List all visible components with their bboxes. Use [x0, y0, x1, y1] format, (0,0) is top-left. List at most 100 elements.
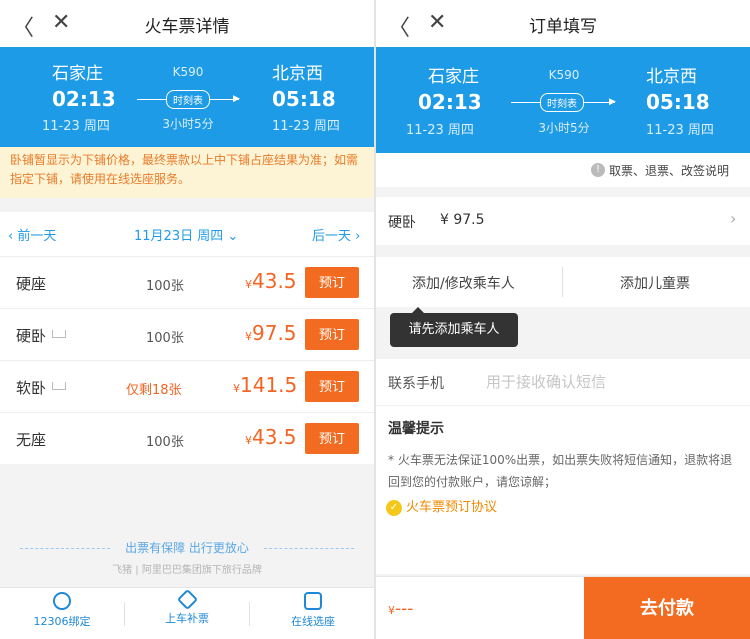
tips-heading: 温馨提示: [388, 421, 444, 437]
nav-item-onboard-ticket[interactable]: 上车补票: [137, 588, 237, 626]
depart-time: 02:13: [52, 87, 116, 111]
add-passenger-button[interactable]: 添加/修改乘车人: [412, 273, 515, 293]
arrive-date: 11-23 周四: [272, 119, 340, 134]
date-picker[interactable]: 11月23日 周四 ⌄: [134, 225, 238, 244]
nav-divider: [124, 602, 125, 626]
nav-item-label: 在线选座: [291, 615, 335, 628]
duration: 3小时5分: [162, 117, 214, 131]
berth-notice: 卧铺暂显示为下铺价格，最终票款以上中下铺占座结果为准；如需指定下铺，请使用在线选…: [0, 147, 374, 198]
duration: 3小时5分: [538, 121, 590, 135]
book-button[interactable]: 预订: [305, 267, 359, 298]
seat-row: 硬卧 100张 ¥97.5 预订: [0, 308, 374, 360]
arrive-date: 11-23 周四: [646, 123, 714, 138]
amount-value: ---: [395, 599, 414, 619]
guarantee-slogan: 出票有保障 出行更放心: [125, 541, 249, 555]
next-day-button[interactable]: 后一天 ›: [312, 225, 360, 244]
phone-label: 联系手机: [388, 376, 444, 392]
seat-price: ¥97.5: [245, 321, 297, 345]
from-station: 石家庄: [52, 64, 103, 84]
seat-list: 硬座 100张 ¥43.5 预订 硬卧 100张 ¥97.5 预订 软卧 仅剩18张 ¥141.5 预…: [0, 256, 374, 464]
ticket-detail-screen: 〈 ✕ 火车票详情 石家庄 北京西 K590 02:13 05:18 ▶ 时刻表…: [0, 0, 374, 639]
trip-banner: 石家庄 北京西 K590 02:13 05:18 ▶ 时刻表 11-23 周四 …: [0, 47, 374, 147]
seat-name: 软卧: [16, 379, 47, 397]
add-child-ticket-button[interactable]: 添加儿童票: [620, 273, 690, 293]
passenger-divider: [562, 267, 563, 297]
currency-symbol: ¥: [388, 604, 395, 617]
currency-symbol: ¥: [233, 382, 240, 395]
agreement-link[interactable]: 火车票预订协议: [406, 500, 497, 515]
seat-type-label: 硬卧: [388, 215, 416, 231]
nav-divider: [249, 602, 250, 626]
info-icon: !: [591, 163, 605, 177]
tips-body: * 火车票无法保证100%出票，如出票失败将短信通知，退款将退回到您的付款账户，…: [388, 453, 733, 489]
seat-name: 硬卧: [16, 327, 47, 345]
bed-icon: [52, 382, 66, 390]
nav-item-label: 12306绑定: [33, 615, 91, 628]
check-icon[interactable]: ✓: [386, 499, 402, 516]
seat-price: ¥43.5: [245, 269, 297, 293]
seat-price: ¥43.5: [245, 425, 297, 449]
seat-count: 仅剩18张: [126, 383, 182, 398]
route-arrow-icon: ▶: [609, 97, 616, 107]
nav-item-12306-bind[interactable]: 12306绑定: [12, 592, 112, 629]
currency-symbol: ¥: [245, 278, 252, 291]
train-number: K590: [548, 68, 580, 82]
seat-row: 无座 100张 ¥43.5 预订: [0, 412, 374, 464]
depart-date: 11-23 周四: [42, 119, 110, 134]
timetable-button[interactable]: 时刻表: [540, 93, 584, 112]
seat-name: 硬座: [16, 275, 47, 293]
prev-day-button[interactable]: ‹ 前一天: [8, 225, 56, 244]
currency-symbol: ¥: [245, 330, 252, 343]
timetable-button[interactable]: 时刻表: [166, 90, 210, 109]
trip-banner: 石家庄 北京西 K590 02:13 05:18 ▶ 时刻表 11-23 周四 …: [376, 47, 750, 153]
seat-count: 100张: [146, 331, 184, 346]
page-title: 火车票详情: [144, 17, 230, 37]
bottom-nav: 12306绑定 上车补票 在线选座: [0, 587, 374, 639]
pay-bar: ¥--- 去付款: [376, 576, 750, 639]
nav-item-label: 上车补票: [165, 612, 209, 625]
price-value: 43.5: [252, 269, 297, 293]
total-amount: ¥---: [388, 599, 413, 619]
price-value: 43.5: [252, 425, 297, 449]
rules-link[interactable]: ! 取票、退票、改签说明: [376, 153, 750, 187]
from-station: 石家庄: [428, 67, 479, 87]
rules-link-label: 取票、退票、改签说明: [609, 164, 730, 178]
depart-date: 11-23 周四: [406, 123, 474, 138]
seat-price: ¥141.5: [233, 373, 297, 397]
seat-type-selector[interactable]: 硬卧 ¥ 97.5 ›: [376, 197, 750, 245]
tips-section: 温馨提示 * 火车票无法保证100%出票，如出票失败将短信通知，退款将退回到您的…: [376, 406, 750, 574]
book-button[interactable]: 预订: [305, 319, 359, 350]
passenger-actions: 添加/修改乘车人 添加儿童票: [376, 257, 750, 307]
book-button[interactable]: 预订: [305, 423, 359, 454]
book-button[interactable]: 预订: [305, 371, 359, 402]
arrive-time: 05:18: [272, 87, 336, 111]
pay-button[interactable]: 去付款: [584, 577, 750, 639]
price-value: 141.5: [240, 373, 298, 397]
nav-bar: 〈 ✕ 订单填写: [376, 0, 750, 47]
train-number: K590: [172, 65, 204, 79]
price-value: 97.5: [252, 321, 297, 345]
phone-input[interactable]: [486, 369, 726, 395]
contact-phone-row: 联系手机: [376, 359, 750, 405]
seat-name: 无座: [16, 431, 47, 449]
route-arrow-icon: ▶: [233, 94, 240, 104]
seat-count: 100张: [146, 435, 184, 450]
agreement-row[interactable]: ✓ 火车票预订协议: [386, 496, 497, 516]
arrive-time: 05:18: [646, 90, 710, 114]
ticket-icon: [176, 588, 198, 611]
bed-icon: [52, 330, 66, 338]
seat-row: 软卧 仅剩18张 ¥141.5 预订: [0, 360, 374, 412]
page-title: 订单填写: [529, 17, 597, 37]
seat-icon: [304, 592, 322, 610]
to-station: 北京西: [272, 64, 323, 84]
depart-time: 02:13: [418, 90, 482, 114]
brand-line: 飞猪 | 阿里巴巴集团旗下旅行品牌: [112, 565, 262, 576]
nav-bar: 〈 ✕ 火车票详情: [0, 0, 374, 47]
seat-row: 硬座 100张 ¥43.5 预订: [0, 256, 374, 308]
add-passenger-tooltip: 请先添加乘车人: [390, 307, 518, 347]
nav-item-seat-select[interactable]: 在线选座: [263, 592, 363, 629]
order-form-screen: 〈 ✕ 订单填写 石家庄 北京西 K590 02:13 05:18 ▶ 时刻表 …: [376, 0, 750, 639]
chevron-right-icon: ›: [730, 209, 737, 228]
bind-icon: [53, 592, 71, 610]
seat-price: ¥ 97.5: [440, 212, 485, 228]
